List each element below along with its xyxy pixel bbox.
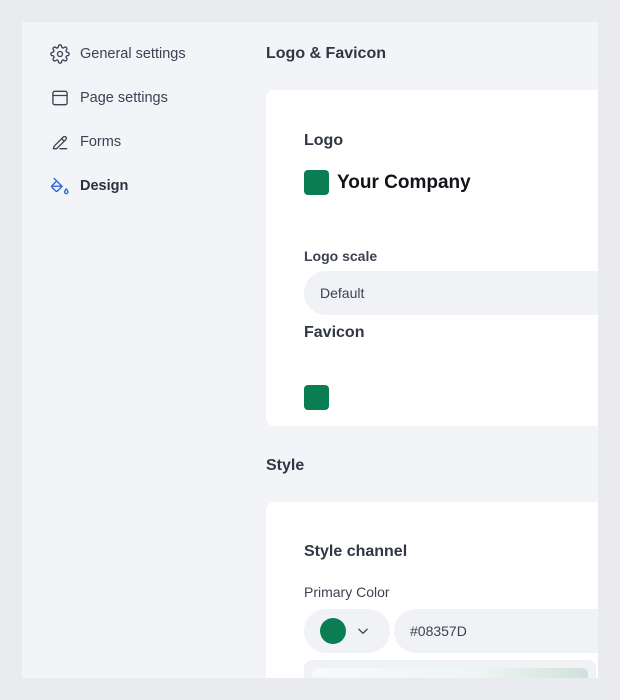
logo-card: Logo Your Company Logo scale Default Fav… bbox=[266, 90, 598, 426]
paint-bucket-icon bbox=[51, 177, 69, 195]
logo-scale-label: Logo scale bbox=[304, 248, 378, 264]
color-gradient-field[interactable] bbox=[304, 660, 596, 678]
favicon-label: Favicon bbox=[304, 324, 365, 341]
sidebar-item-forms[interactable]: Forms bbox=[50, 130, 121, 154]
app-frame: General settings Page settings Forms Des… bbox=[22, 22, 598, 678]
chevron-down-icon bbox=[358, 628, 368, 634]
primary-color-hex-input[interactable] bbox=[394, 609, 598, 653]
logo-scale-select[interactable]: Default bbox=[304, 271, 598, 315]
favicon-preview[interactable] bbox=[304, 385, 329, 410]
company-name: Your Company bbox=[337, 171, 471, 193]
sidebar-item-label: General settings bbox=[80, 46, 186, 62]
sidebar-item-design[interactable]: Design bbox=[50, 174, 128, 198]
style-channel-label: Style channel bbox=[304, 543, 408, 560]
logo-mark bbox=[304, 170, 329, 195]
sidebar-item-label: Forms bbox=[80, 134, 122, 150]
color-gradient-bar bbox=[312, 668, 588, 678]
page-icon bbox=[52, 90, 68, 106]
sidebar: General settings Page settings Forms Des… bbox=[22, 22, 242, 678]
primary-color-picker[interactable] bbox=[304, 609, 390, 653]
sidebar-item-page-settings[interactable]: Page settings bbox=[50, 86, 168, 110]
sidebar-item-label: Page settings bbox=[80, 90, 168, 106]
logo-preview[interactable]: Your Company bbox=[304, 170, 471, 195]
sidebar-item-general-settings[interactable]: General settings bbox=[50, 42, 186, 66]
primary-color-label: Primary Color bbox=[304, 584, 390, 600]
style-heading: Style bbox=[266, 457, 305, 474]
sidebar-item-label: Design bbox=[80, 178, 129, 194]
logo-scale-value: Default bbox=[320, 285, 365, 301]
pencil-icon bbox=[52, 135, 68, 150]
logo-label: Logo bbox=[304, 132, 344, 149]
gear-icon bbox=[50, 44, 70, 64]
color-swatch bbox=[320, 618, 346, 644]
style-card: Style channel Primary Color bbox=[266, 502, 598, 678]
logo-favicon-heading: Logo & Favicon bbox=[266, 45, 386, 62]
